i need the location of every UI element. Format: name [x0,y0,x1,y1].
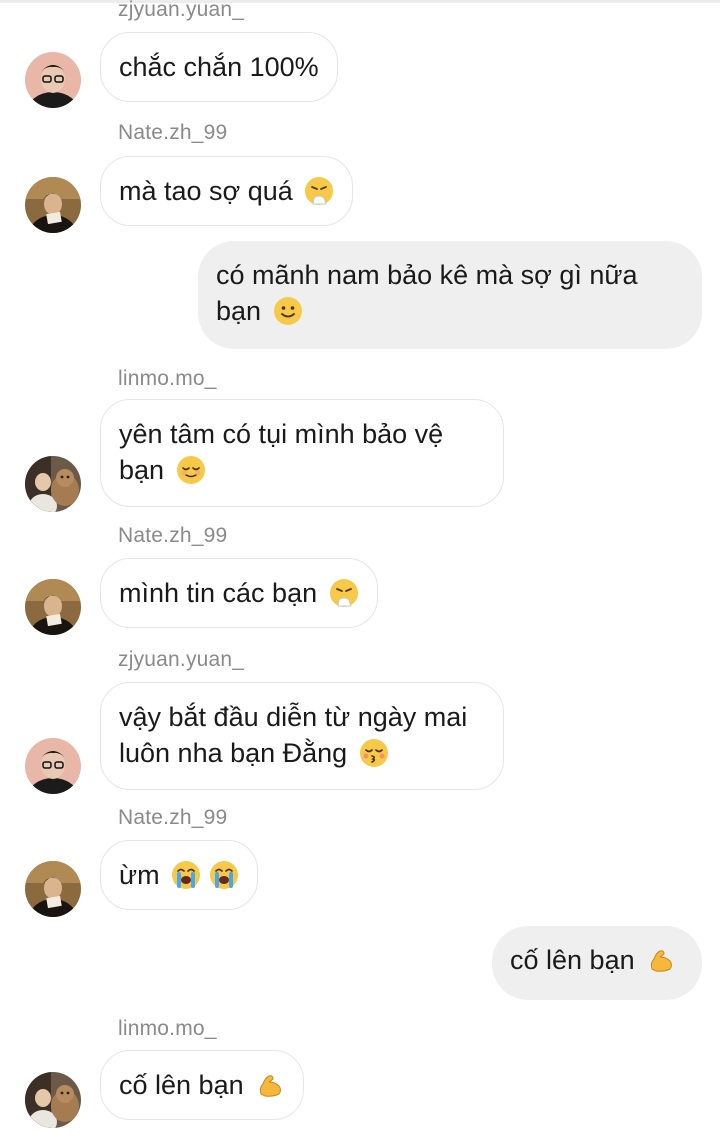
message-text: chắc chắn 100% [119,52,319,82]
message-bubble[interactable]: mình tin các bạn [100,558,378,628]
avatar-nate-image [25,861,81,917]
message-text-line: vậy bắt đầu diễn từ ngày mai [119,702,468,732]
message-text: ừm [119,860,160,890]
message-text: mình tin các bạn [119,578,318,608]
message-text-line: luôn nha bạn Đằng [119,738,348,768]
message-text-line: bạn [119,455,165,485]
message-bubble-outgoing[interactable]: cố lên bạn [492,926,702,1000]
kissing-face-closed-eyes-icon [359,739,388,767]
message-bubble[interactable]: yên tâm có tụi mình bảo vệ bạn [100,399,504,507]
message-bubble[interactable]: cố lên bạn [100,1050,305,1120]
message-text-line: yên tâm có tụi mình bảo vệ [119,419,444,449]
sender-name: Nate.zh_99 [118,524,228,547]
relieved-face-icon [176,456,205,484]
sender-name: Nate.zh_99 [118,121,228,144]
avatar-zjyuan[interactable] [25,52,81,108]
avatar-nate-image [25,177,81,233]
message-bubble[interactable]: mà tao sợ quá [100,156,354,226]
flexed-biceps-icon [259,1075,282,1097]
message-text: mà tao sợ quá [119,176,293,206]
avatar-nate[interactable] [25,177,81,233]
avatar-linmo[interactable] [25,1072,81,1128]
sender-name: zjyuan.yuan_ [118,648,245,671]
sender-name: linmo.mo_ [118,1017,217,1040]
message-bubble[interactable]: vậy bắt đầu diễn từ ngày mai luôn nha bạ… [100,682,504,790]
flexed-biceps-icon [650,950,673,972]
loudly-crying-face-icon [209,861,238,889]
message-bubble-outgoing[interactable]: có mãnh nam bảo kê mà sợ gì nữa bạn [198,241,702,349]
avatar-nate[interactable] [25,861,81,917]
avatar-zjyuan[interactable] [25,738,81,794]
sneezing-face-icon [305,177,334,205]
message-text: cố lên bạn [119,1070,244,1100]
avatar-zjyuan-image [25,738,81,794]
sender-name: zjyuan.yuan_ [118,0,245,21]
sneezing-face-icon [329,579,358,607]
message-bubble[interactable]: chắc chắn 100% [100,32,338,102]
message-text: cố lên bạn [510,945,635,975]
sender-name: linmo.mo_ [118,367,217,390]
slightly-smiling-face-icon [273,297,302,325]
avatar-linmo-image [25,456,81,512]
avatar-nate-image [25,579,81,635]
avatar-linmo-image [25,1072,81,1128]
avatar-nate[interactable] [25,579,81,635]
avatar-zjyuan-image [25,52,81,108]
message-bubble[interactable]: ừm [100,840,258,910]
avatar-linmo[interactable] [25,456,81,512]
message-text-line: có mãnh nam bảo kê mà sợ gì nữa [216,260,638,290]
loudly-crying-face-icon [172,861,201,889]
sender-name: Nate.zh_99 [118,806,228,829]
message-text-line: bạn [216,296,262,326]
chat-thread[interactable]: zjyuan.yuan_ chắc chắn 100% Nate.zh_99 m… [0,0,720,1142]
